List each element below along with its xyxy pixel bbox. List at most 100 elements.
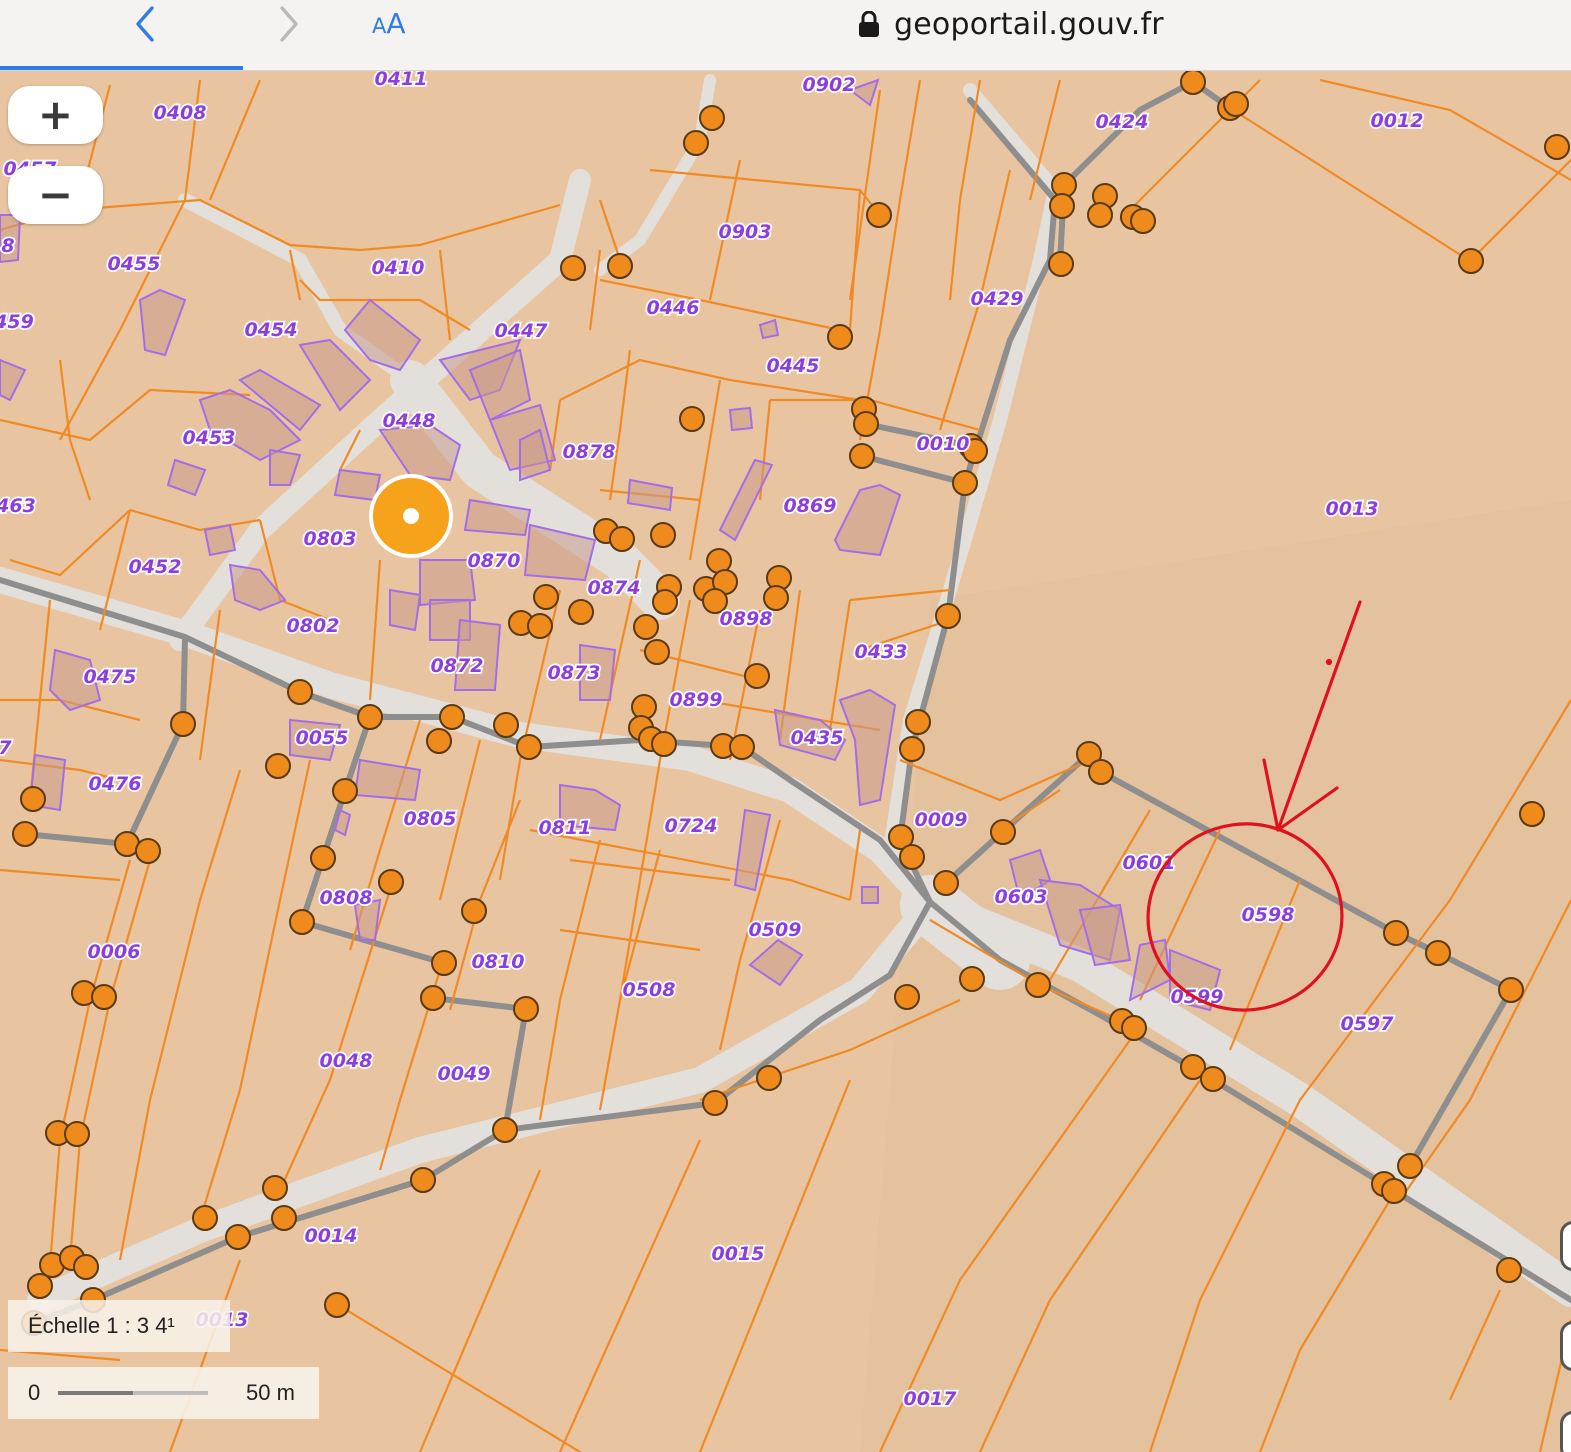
network-node[interactable] xyxy=(935,603,961,629)
parcel-label[interactable]: 0453 xyxy=(181,425,237,451)
parcel-label[interactable]: 0873 xyxy=(546,660,602,686)
network-node[interactable] xyxy=(1519,801,1545,827)
network-node[interactable] xyxy=(827,324,853,350)
parcel-label[interactable]: 463 xyxy=(0,493,38,519)
parcel-label[interactable]: 0898 xyxy=(718,606,774,632)
network-node[interactable] xyxy=(1397,1153,1423,1179)
network-node[interactable] xyxy=(905,709,931,735)
parcel-label[interactable]: 0508 xyxy=(621,977,677,1003)
parcel-label[interactable]: 0012 xyxy=(1369,108,1425,134)
parcel-label[interactable]: 0603 xyxy=(993,884,1049,910)
network-node[interactable] xyxy=(1458,248,1484,274)
parcel-label[interactable]: 0455 xyxy=(106,251,162,277)
parcel-label[interactable]: 0454 xyxy=(243,317,299,343)
parcel-label[interactable]: 7 xyxy=(0,735,14,761)
network-node[interactable] xyxy=(64,1121,90,1147)
parcel-label[interactable]: 0435 xyxy=(789,725,845,751)
side-panel-handle-3[interactable] xyxy=(1560,1411,1571,1452)
network-node[interactable] xyxy=(1088,759,1114,785)
network-node[interactable] xyxy=(959,966,985,992)
parcel-label[interactable]: 0013 xyxy=(1324,496,1380,522)
network-node[interactable] xyxy=(1544,134,1570,160)
network-node[interactable] xyxy=(73,1254,99,1280)
network-node[interactable] xyxy=(324,1292,350,1318)
network-node[interactable] xyxy=(644,639,670,665)
network-node[interactable] xyxy=(492,1117,518,1143)
network-node[interactable] xyxy=(1383,920,1409,946)
parcel-label[interactable]: 0408 xyxy=(152,100,208,126)
network-node[interactable] xyxy=(289,909,315,935)
network-node[interactable] xyxy=(287,679,313,705)
network-node[interactable] xyxy=(12,821,38,847)
network-node[interactable] xyxy=(420,985,446,1011)
network-node[interactable] xyxy=(461,898,487,924)
zoom-out-button[interactable]: − xyxy=(8,166,103,224)
parcel-label[interactable]: 0803 xyxy=(302,526,358,552)
forward-button[interactable] xyxy=(268,2,308,46)
parcel-label[interactable]: 0055 xyxy=(294,725,350,751)
network-node[interactable] xyxy=(410,1167,436,1193)
parcel-label[interactable]: 0597 xyxy=(1339,1011,1396,1037)
parcel-label[interactable]: 0810 xyxy=(470,949,526,975)
parcel-label[interactable]: 0870 xyxy=(466,548,522,574)
network-node[interactable] xyxy=(699,105,725,131)
network-node[interactable] xyxy=(170,711,196,737)
parcel-label[interactable]: 0433 xyxy=(853,639,909,665)
network-node[interactable] xyxy=(27,1273,53,1299)
network-node[interactable] xyxy=(1498,977,1524,1003)
parcel-label[interactable]: 0049 xyxy=(436,1061,492,1087)
network-node[interactable] xyxy=(952,470,978,496)
network-node[interactable] xyxy=(1121,1015,1147,1041)
network-node[interactable] xyxy=(225,1224,251,1250)
parcel-label[interactable]: 0015 xyxy=(710,1241,766,1267)
parcel-label[interactable]: 0878 xyxy=(561,439,617,465)
network-node[interactable] xyxy=(310,845,336,871)
network-node[interactable] xyxy=(899,844,925,870)
network-node[interactable] xyxy=(560,255,586,281)
network-node[interactable] xyxy=(568,599,594,625)
parcel-label[interactable]: 0446 xyxy=(645,295,701,321)
parcel-label[interactable]: 0429 xyxy=(969,286,1025,312)
network-node[interactable] xyxy=(533,584,559,610)
parcel-label[interactable]: 0902 xyxy=(801,72,857,98)
network-node[interactable] xyxy=(933,870,959,896)
network-node[interactable] xyxy=(679,406,705,432)
parcel-label[interactable]: 0874 xyxy=(586,575,642,601)
side-panel-handle[interactable] xyxy=(1560,1221,1571,1271)
parcel-label[interactable]: 0475 xyxy=(82,664,138,690)
network-node[interactable] xyxy=(357,704,383,730)
parcel-label[interactable]: 0006 xyxy=(86,939,142,965)
network-node[interactable] xyxy=(1381,1178,1407,1204)
network-node[interactable] xyxy=(1049,193,1075,219)
parcel-label[interactable]: 0811 xyxy=(537,815,593,841)
network-node[interactable] xyxy=(1223,91,1249,117)
parcel-label[interactable]: 0448 xyxy=(381,408,437,434)
network-node[interactable] xyxy=(516,734,542,760)
network-node[interactable] xyxy=(1425,940,1451,966)
network-node[interactable] xyxy=(729,734,755,760)
network-node[interactable] xyxy=(853,411,879,437)
network-node[interactable] xyxy=(763,585,789,611)
network-node[interactable] xyxy=(91,984,117,1010)
network-node[interactable] xyxy=(1496,1257,1522,1283)
network-node[interactable] xyxy=(513,996,539,1022)
zoom-in-button[interactable]: + xyxy=(8,86,103,144)
network-node[interactable] xyxy=(378,869,404,895)
network-node[interactable] xyxy=(1180,71,1206,95)
network-node[interactable] xyxy=(650,522,676,548)
network-node[interactable] xyxy=(431,950,457,976)
parcel-label[interactable]: 0808 xyxy=(318,885,374,911)
parcel-label[interactable]: 0424 xyxy=(1094,109,1150,135)
network-node[interactable] xyxy=(1200,1066,1226,1092)
network-node[interactable] xyxy=(866,202,892,228)
parcel-label[interactable]: 0014 xyxy=(303,1223,359,1249)
network-node[interactable] xyxy=(990,819,1016,845)
parcel-label[interactable]: 0899 xyxy=(668,687,724,713)
parcel-label[interactable]: 0598 xyxy=(1240,902,1296,928)
back-button[interactable] xyxy=(126,2,166,46)
parcel-label[interactable]: 0903 xyxy=(717,219,773,245)
network-node[interactable] xyxy=(135,838,161,864)
parcel-label[interactable]: 0452 xyxy=(127,554,183,580)
text-size-button[interactable]: AA xyxy=(372,4,406,44)
location-marker-icon[interactable] xyxy=(369,474,453,558)
